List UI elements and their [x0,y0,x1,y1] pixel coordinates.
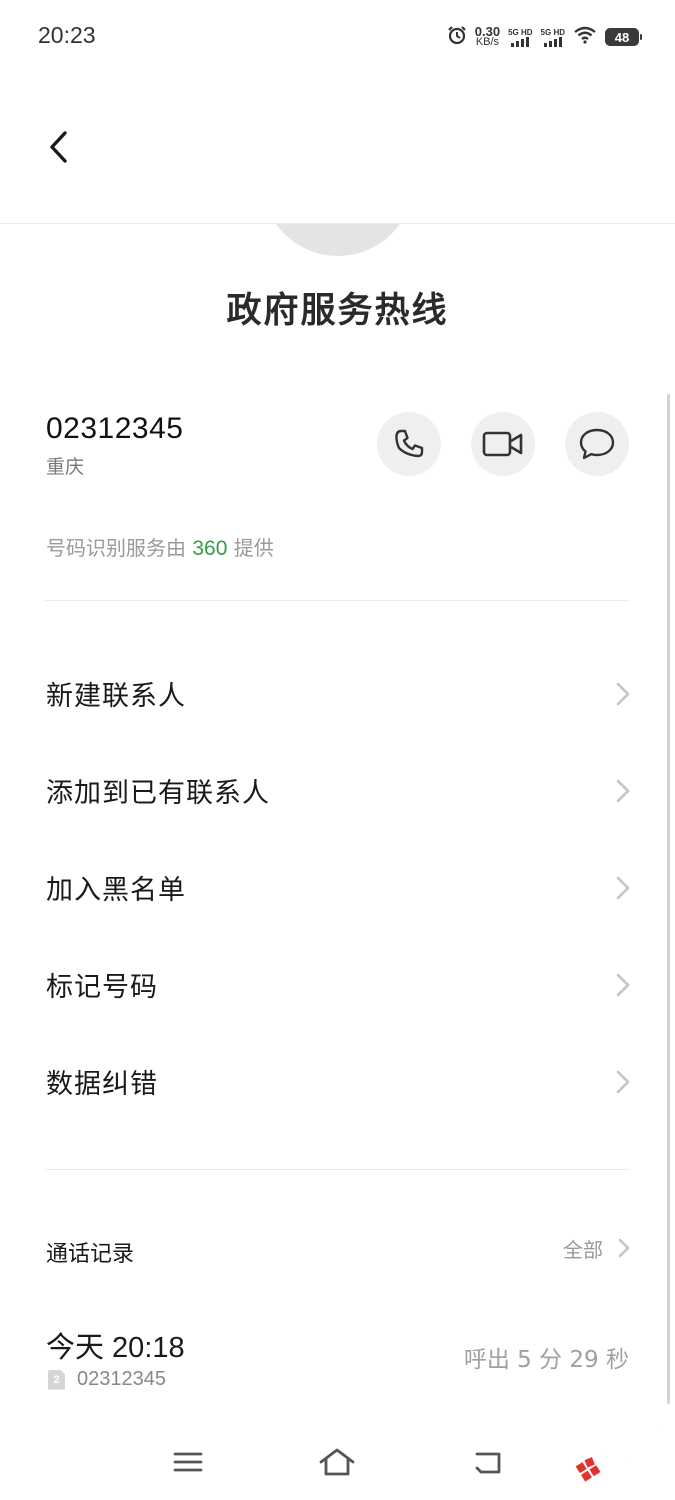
status-bar: 20:23 0.30 KB/s 5G HD 5G HD 48 [0,0,675,72]
nav-back-button[interactable] [466,1440,510,1484]
chevron-right-icon [616,876,630,899]
divider [45,600,630,601]
divider [45,1169,630,1170]
provider-prefix: 号码识别服务由 [46,536,193,560]
number-location: 重庆 [46,456,85,478]
call-button[interactable] [377,412,441,476]
call-time: 今天 20:18 [46,1332,185,1364]
chevron-left-icon [50,131,67,163]
menu-item-label: 新建联系人 [46,681,186,712]
menu-item-label: 加入黑名单 [46,875,186,906]
call-log-title: 通话记录 [46,1242,135,1267]
net-speed-unit: KB/s [475,36,500,48]
menu-item-new-contact[interactable]: 新建联系人 [0,645,675,742]
call-log-all-label: 全部 [563,1237,603,1262]
call-sim-row: 2 02312345 [48,1368,166,1391]
home-icon [319,1448,355,1476]
menu-icon [173,1452,203,1472]
menu-item-label: 添加到已有联系人 [46,778,270,809]
nav-home-button[interactable] [315,1440,359,1484]
top-bar [0,72,675,224]
menu-item-add-to-existing[interactable]: 添加到已有联系人 [0,742,675,839]
number-block: 02312345 重庆 [46,412,183,479]
alarm-icon [447,25,467,49]
contact-name: 政府服务热线 [226,291,449,331]
chevron-right-icon [616,779,630,802]
avatar-area [0,224,675,258]
back-button[interactable] [36,122,80,172]
chevron-right-icon [616,682,630,705]
signal-icon: 5G HD [508,27,533,47]
provider-suffix: 提供 [227,536,274,560]
menu-item-label: 数据纠错 [46,1069,158,1100]
menu-item-data-correction[interactable]: 数据纠错 [0,1033,675,1130]
video-call-icon [482,431,523,457]
call-detail: 呼出 5 分 29 秒 [463,1347,629,1373]
number-provider-note: 号码识别服务由 360 提供 [46,532,274,561]
call-number: 02312345 [77,1368,166,1390]
message-icon [579,428,615,460]
status-icons: 0.30 KB/s 5G HD 5G HD 48 [447,22,642,52]
provider-name: 360 [192,537,228,560]
chevron-right-icon [618,1238,630,1258]
sim-card-icon: 2 [48,1369,65,1390]
call-log-entry[interactable]: 今天 20:18 2 02312345 呼出 5 分 29 秒 [0,1322,675,1402]
scrollbar[interactable] [667,394,670,1404]
wifi-icon [573,26,597,48]
battery-icon: 48 [605,28,642,46]
video-call-button[interactable] [471,412,535,476]
signal-icon: 5G HD [541,28,565,47]
sim2-label: 5G HD [540,27,565,37]
avatar [262,224,414,256]
sim1-label: 5G HD [508,27,533,37]
menu-item-label: 标记号码 [46,972,158,1003]
net-speed: 0.30 KB/s [475,25,500,48]
message-button[interactable] [565,412,629,476]
menu-item-block[interactable]: 加入黑名单 [0,839,675,936]
menu-item-mark-number[interactable]: 标记号码 [0,936,675,1033]
chevron-right-icon [616,973,630,996]
phone-icon [395,429,424,458]
phone-number[interactable]: 02312345 [46,412,183,446]
nav-menu-button[interactable] [166,1440,210,1484]
status-time: 20:23 [38,22,96,48]
call-log-all-link[interactable]: 全部 [563,1230,631,1266]
chevron-right-icon [616,1070,630,1093]
back-icon [475,1452,501,1474]
